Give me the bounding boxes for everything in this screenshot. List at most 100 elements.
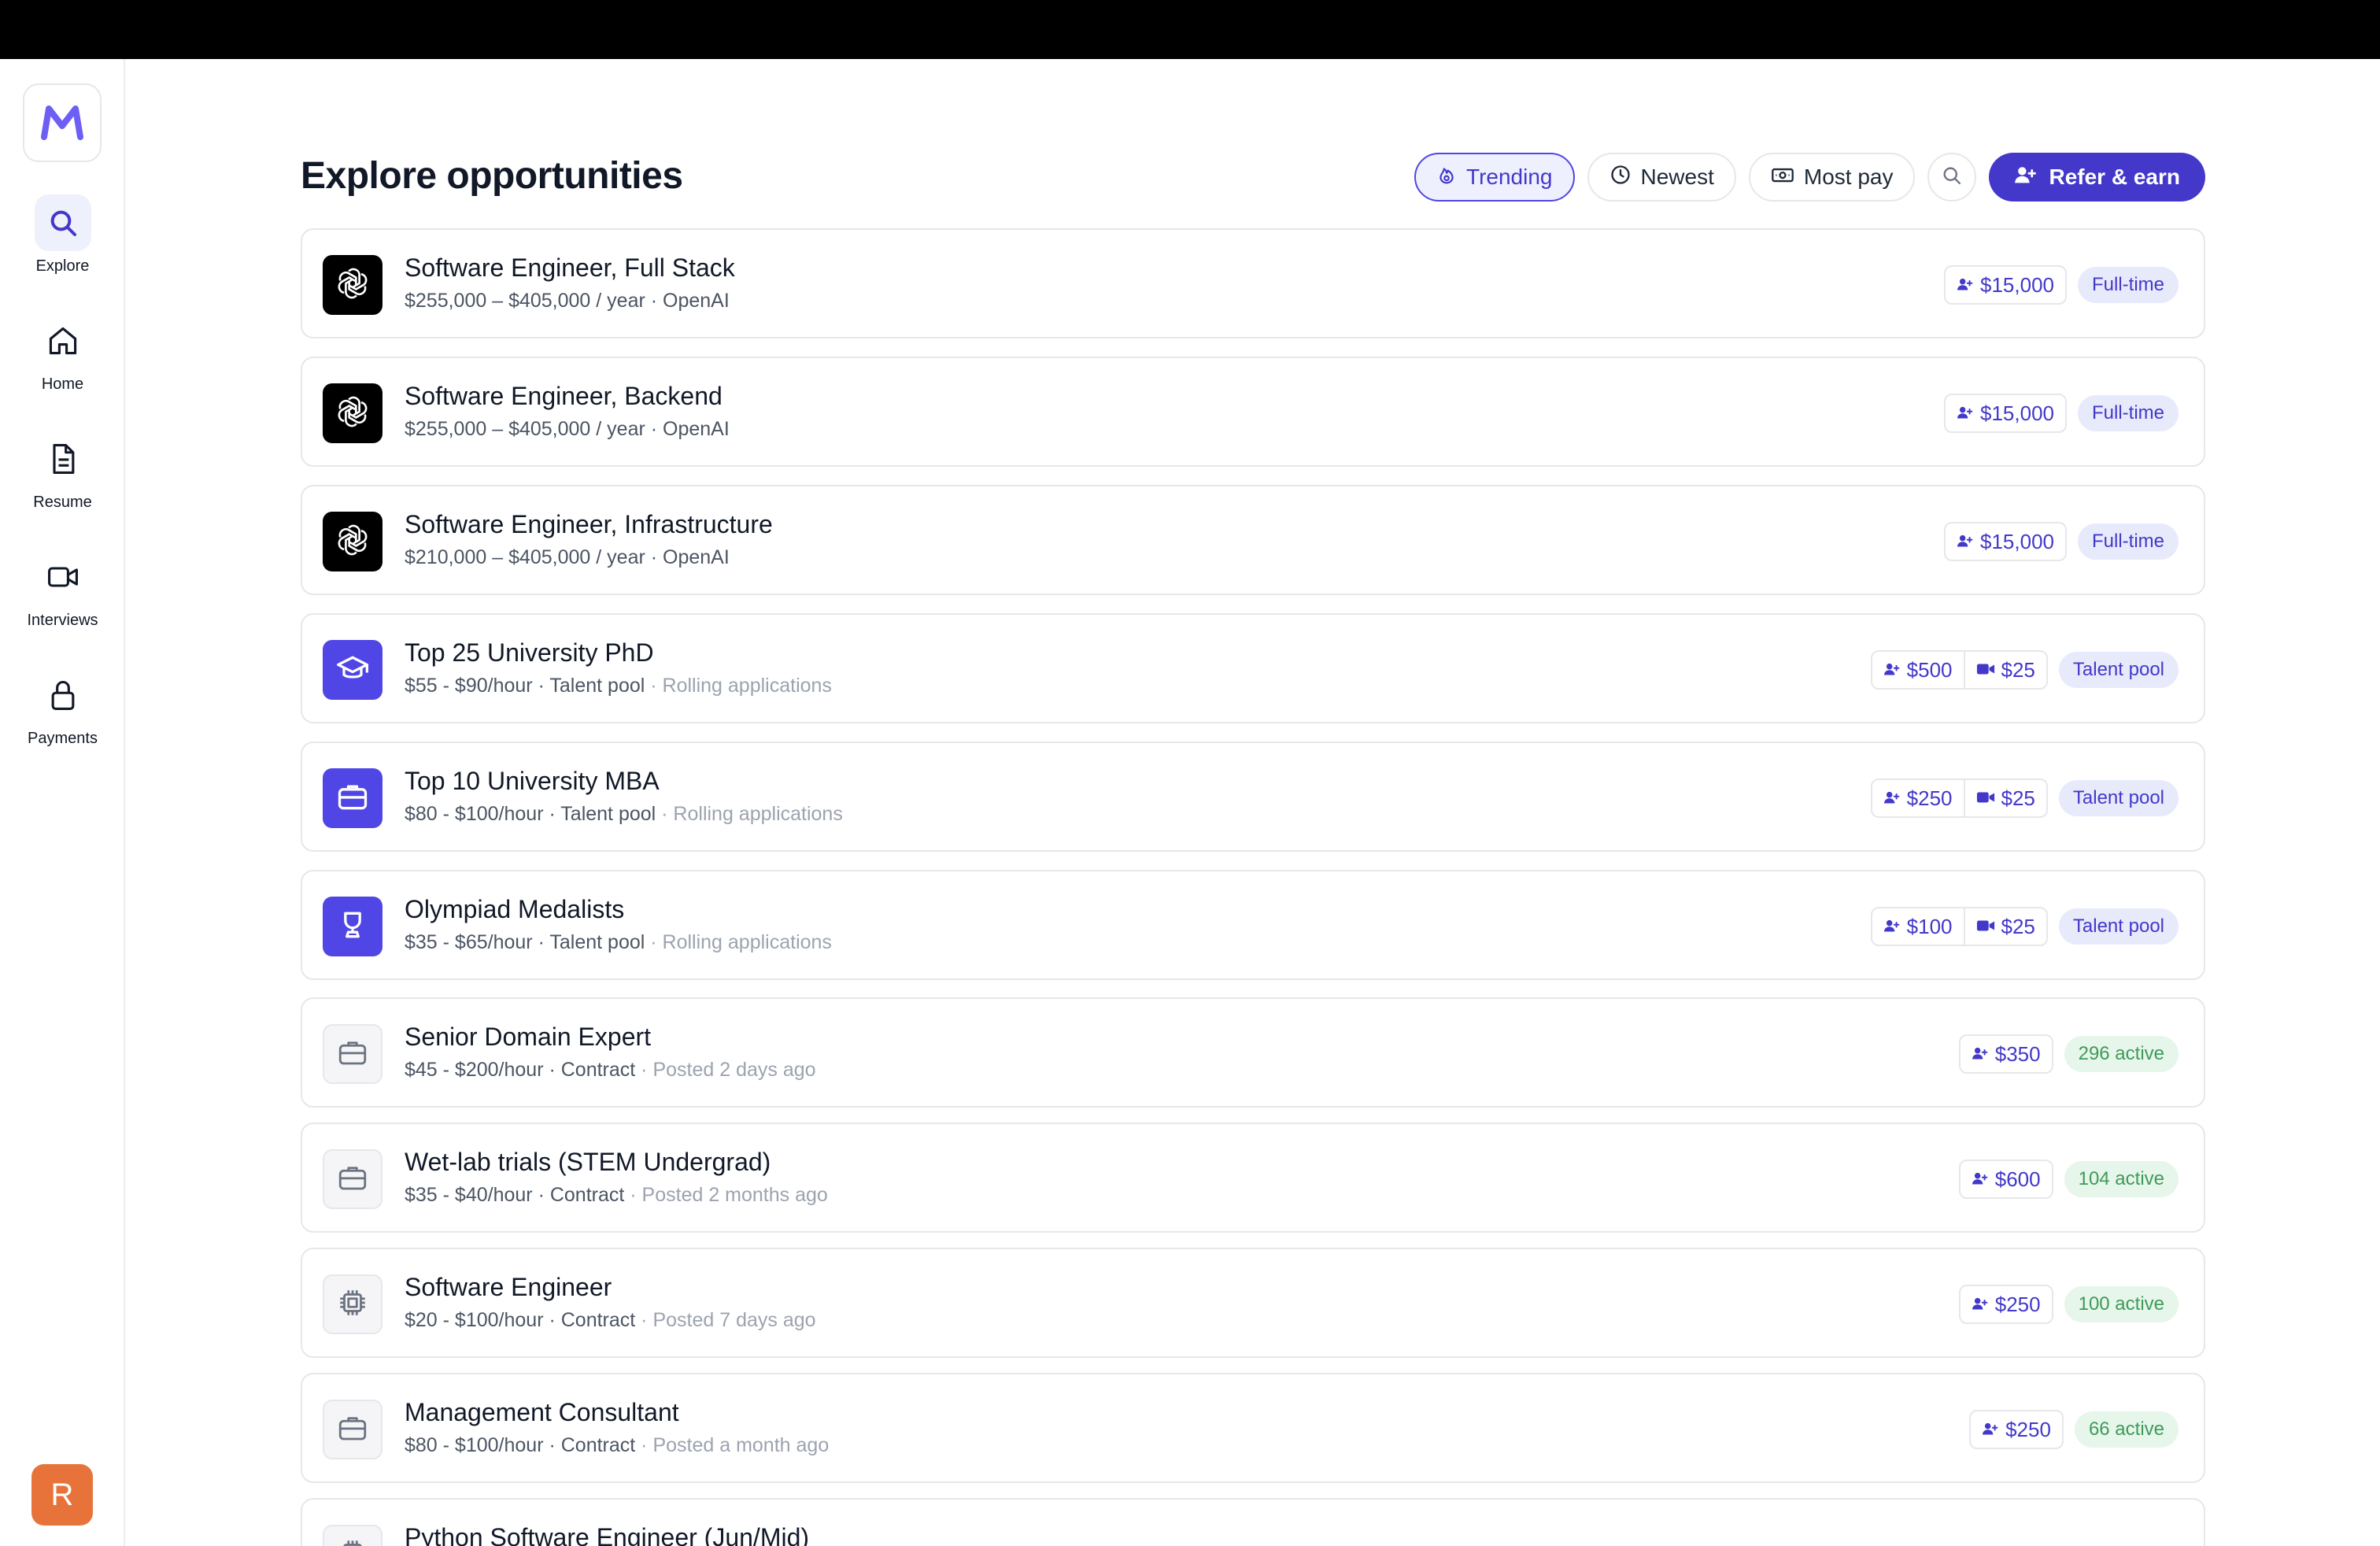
add-user-icon xyxy=(1957,401,1974,426)
interview-bonus: $25 xyxy=(1963,652,2046,688)
reward-box[interactable]: $100 $25 xyxy=(1870,907,2048,946)
add-user-icon xyxy=(1883,915,1901,939)
job-posted: · Posted 7 days ago xyxy=(635,1309,816,1331)
job-title[interactable]: Python Software Engineer (Jun/Mid) xyxy=(405,1522,809,1546)
search-button[interactable] xyxy=(1927,153,1977,202)
job-badges: $100 $25 Talent pool xyxy=(1870,907,2179,946)
sidebar-item-payments[interactable]: Payments xyxy=(0,667,125,748)
job-card[interactable]: Top 25 University PhD $55 - $90/hour · Ta… xyxy=(301,613,2205,723)
reward-box[interactable]: $250 xyxy=(1969,1410,2064,1449)
search-icon xyxy=(1941,165,1963,190)
filter-label: Newest xyxy=(1640,165,1714,189)
job-text: Software Engineer, Backend $255,000 – $40… xyxy=(405,380,730,443)
job-meta: $255,000 – $405,000 / year · OpenAI xyxy=(405,415,730,443)
job-badges: $15,000 Full-time xyxy=(1944,265,2179,305)
interview-amount: $25 xyxy=(2001,914,2035,938)
video-icon xyxy=(1976,786,1995,811)
job-title[interactable]: Software Engineer, Infrastructure xyxy=(405,509,773,540)
briefcase-icon xyxy=(336,1161,369,1198)
job-badges: $600 104 active xyxy=(1958,1160,2179,1199)
job-card[interactable]: Software Engineer, Full Stack $255,000 – … xyxy=(301,228,2205,338)
sidebar-item-home[interactable]: Home xyxy=(0,313,125,394)
job-card[interactable]: Wet-lab trials (STEM Undergrad) $35 - $40… xyxy=(301,1123,2205,1233)
referral-bonus: $500 xyxy=(1872,652,1964,688)
job-badges: $500 $25 Talent pool xyxy=(1870,650,2179,690)
video-icon xyxy=(35,549,91,605)
job-pay: $80 - $100/hour · Talent pool xyxy=(405,803,656,825)
reward-box[interactable]: $15,000 xyxy=(1944,522,2067,561)
document-icon xyxy=(35,431,91,487)
job-title[interactable]: Olympiad Medalists xyxy=(405,893,832,925)
job-title[interactable]: Top 25 University PhD xyxy=(405,637,832,668)
status-badge: Full-time xyxy=(2077,267,2179,303)
openai-logo-icon xyxy=(334,394,371,434)
job-posted: · Posted 2 days ago xyxy=(635,1059,816,1081)
job-card[interactable]: Olympiad Medalists $35 - $65/hour · Talen… xyxy=(301,870,2205,980)
reward-box[interactable]: $350 xyxy=(1958,1034,2053,1074)
sidebar: Explore Home Resume Interviews Payments … xyxy=(0,59,125,1546)
sidebar-item-explore[interactable]: Explore xyxy=(0,194,125,276)
job-card[interactable]: Top 10 University MBA $80 - $100/hour · T… xyxy=(301,742,2205,852)
job-card[interactable]: Management Consultant $80 - $100/hour · C… xyxy=(301,1373,2205,1483)
job-card[interactable]: Software Engineer, Backend $255,000 – $40… xyxy=(301,357,2205,467)
app-logo[interactable] xyxy=(23,83,102,162)
refer-and-earn-button[interactable]: Refer & earn xyxy=(1989,153,2205,202)
sidebar-item-label: Resume xyxy=(33,494,92,511)
job-text: Software Engineer, Infrastructure $210,00… xyxy=(405,509,773,571)
reward-box[interactable]: $15,000 xyxy=(1944,265,2067,305)
filter-trending[interactable]: Trending xyxy=(1414,153,1575,202)
sidebar-item-resume[interactable]: Resume xyxy=(0,431,125,512)
job-title[interactable]: Management Consultant xyxy=(405,1396,829,1428)
job-card[interactable]: Senior Domain Expert $45 - $200/hour · Co… xyxy=(301,997,2205,1108)
referral-amount: $250 xyxy=(2005,1417,2051,1441)
reward-box[interactable]: $500 $25 xyxy=(1870,650,2048,690)
job-title[interactable]: Wet-lab trials (STEM Undergrad) xyxy=(405,1146,828,1178)
status-badge: Talent pool xyxy=(2058,652,2179,688)
referral-bonus: $600 xyxy=(1961,1161,2052,1197)
reward-box[interactable]: $600 xyxy=(1958,1160,2053,1199)
job-meta: $80 - $100/hour · Talent pool · Rolling … xyxy=(405,800,843,828)
job-title[interactable]: Top 10 University MBA xyxy=(405,765,843,797)
sidebar-item-interviews[interactable]: Interviews xyxy=(0,549,125,630)
reward-box[interactable]: $15,000 xyxy=(1944,394,2067,433)
referral-amount: $250 xyxy=(1994,1292,2041,1316)
graduation-cap-icon xyxy=(335,651,370,690)
search-icon xyxy=(34,194,91,251)
job-pay: $35 - $40/hour · Contract xyxy=(405,1184,625,1206)
job-title[interactable]: Software Engineer xyxy=(405,1271,816,1303)
reward-box[interactable]: $250 xyxy=(1958,1285,2053,1324)
filter-most-pay[interactable]: Most pay xyxy=(1748,153,1916,202)
filter-newest[interactable]: Newest xyxy=(1587,153,1736,202)
add-user-icon xyxy=(1972,1042,1989,1067)
job-title[interactable]: Software Engineer, Full Stack xyxy=(405,252,735,283)
add-user-icon xyxy=(1972,1293,1989,1317)
company-logo xyxy=(323,255,382,315)
job-pay: $255,000 – $405,000 / year · OpenAI xyxy=(405,290,730,312)
job-card[interactable]: Software Engineer, Infrastructure $210,00… xyxy=(301,485,2205,595)
job-title[interactable]: Senior Domain Expert xyxy=(405,1021,816,1052)
video-icon xyxy=(1976,915,1995,939)
company-logo xyxy=(323,512,382,571)
job-posted: · Rolling applications xyxy=(645,931,832,953)
job-card[interactable]: Software Engineer $20 - $100/hour · Contr… xyxy=(301,1248,2205,1358)
add-user-icon xyxy=(1982,1418,1999,1442)
referral-amount: $15,000 xyxy=(1980,401,2054,425)
job-title[interactable]: Software Engineer, Backend xyxy=(405,380,730,412)
job-pay: $35 - $65/hour · Talent pool xyxy=(405,931,645,953)
company-logo xyxy=(323,768,382,828)
job-text: Software Engineer $20 - $100/hour · Contr… xyxy=(405,1271,816,1334)
reward-box[interactable]: $250 $25 xyxy=(1870,779,2048,818)
status-badge: Talent pool xyxy=(2058,780,2179,816)
avatar[interactable]: R xyxy=(31,1464,93,1526)
referral-bonus: $350 xyxy=(1961,1036,2052,1072)
job-badges: $250 $25 Talent pool xyxy=(1870,779,2179,818)
add-user-icon xyxy=(2014,164,2038,191)
chip-icon xyxy=(336,1286,369,1323)
flame-icon xyxy=(1436,165,1457,190)
company-logo xyxy=(323,1400,382,1459)
sidebar-item-label: Interviews xyxy=(27,612,98,629)
job-text: Senior Domain Expert $45 - $200/hour · Co… xyxy=(405,1021,816,1084)
company-logo xyxy=(323,640,382,700)
job-card[interactable]: Python Software Engineer (Jun/Mid) xyxy=(301,1498,2205,1546)
job-meta: $55 - $90/hour · Talent pool · Rolling a… xyxy=(405,671,832,700)
